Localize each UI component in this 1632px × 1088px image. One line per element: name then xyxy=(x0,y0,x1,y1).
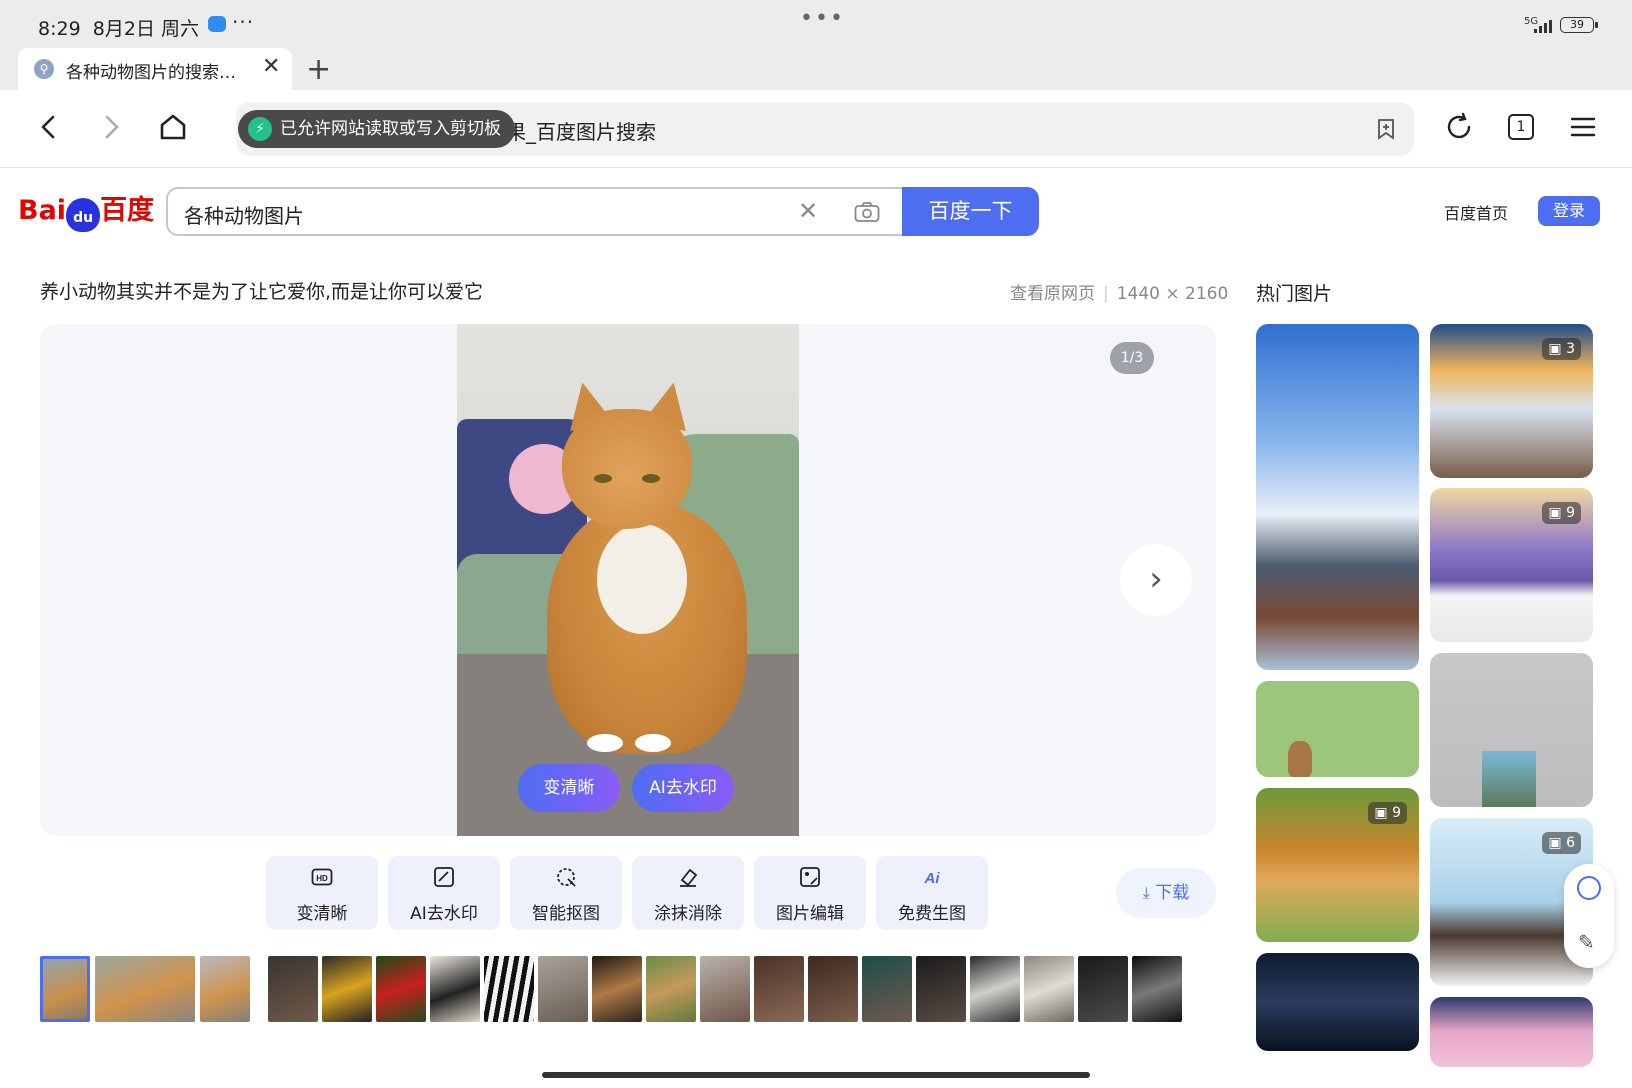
thumbnail[interactable] xyxy=(538,956,588,1022)
image-viewer: 变清晰 AI去水印 1/3 › xyxy=(40,324,1216,836)
image-count-badge: ▣ 9 xyxy=(1542,502,1581,524)
tab-title: 各种动物图片的搜索… xyxy=(66,63,236,83)
hot-images-title: 热门图片 xyxy=(1256,283,1333,305)
tool-enhance[interactable]: HD 变清晰 xyxy=(266,856,378,930)
hot-image[interactable] xyxy=(1256,681,1419,777)
thumbnail[interactable] xyxy=(430,956,480,1022)
tool-cutout[interactable]: 智能抠图 xyxy=(510,856,622,930)
search-query[interactable]: 各种动物图片 xyxy=(184,200,304,229)
thumbnail[interactable] xyxy=(200,956,250,1022)
add-bookmark-icon[interactable] xyxy=(1374,117,1398,141)
thumbnail[interactable] xyxy=(970,956,1020,1022)
window-handle-dots[interactable]: ••• xyxy=(800,6,845,31)
toast-text: 已允许网站读取或写入剪切板 xyxy=(280,119,501,139)
svg-text:HD: HD xyxy=(316,874,328,883)
thumbnail[interactable] xyxy=(95,956,195,1022)
clear-icon[interactable]: ✕ xyxy=(798,197,818,225)
login-button[interactable]: 登录 xyxy=(1538,196,1600,226)
new-tab-button[interactable]: + xyxy=(306,52,331,87)
tab-count-button[interactable]: 1 xyxy=(1508,114,1534,140)
battery-icon: 39 xyxy=(1560,17,1598,33)
image-counter: 1/3 xyxy=(1110,342,1154,374)
image-count-badge: ▣ 9 xyxy=(1368,802,1407,824)
image-dimensions: 1440 × 2160 xyxy=(1116,284,1229,304)
thumbnail[interactable] xyxy=(268,956,318,1022)
image-count-badge: ▣ 3 xyxy=(1542,338,1581,360)
status-bar: 8:29 8月2日 周六 ··· ••• 5G 39 xyxy=(0,0,1632,48)
tab-close-icon[interactable]: ✕ xyxy=(262,54,280,79)
svg-text:Ai: Ai xyxy=(924,870,941,887)
enhance-pill-button[interactable]: 变清晰 xyxy=(518,764,620,812)
home-indicator[interactable] xyxy=(542,1072,1090,1078)
image-caption: 养小动物其实并不是为了让它爱你,而是让你可以爱它 xyxy=(40,281,484,303)
image-meta: 查看原网页 | 1440 × 2160 xyxy=(1010,284,1229,304)
search-input[interactable]: 各种动物图片 ✕ xyxy=(166,187,902,236)
thumbnail[interactable] xyxy=(40,956,90,1022)
refresh-icon[interactable] xyxy=(1444,112,1474,142)
hot-image[interactable]: ▣ 9 xyxy=(1256,788,1419,942)
thumbnail[interactable] xyxy=(322,956,372,1022)
browser-tab[interactable]: ⚲ 各种动物图片的搜索… ✕ xyxy=(18,48,292,90)
browser-toolbar: 果_百度图片搜索 ⚡ 已允许网站读取或写入剪切板 1 xyxy=(0,90,1632,168)
chevron-right-icon: › xyxy=(1149,559,1163,599)
forward-icon[interactable] xyxy=(96,112,126,142)
ai-generate-icon: Ai xyxy=(924,870,941,887)
link-icon: ⚲ xyxy=(34,59,54,79)
tool-generate[interactable]: Ai 免费生图 xyxy=(876,856,988,930)
thumbnail[interactable] xyxy=(376,956,426,1022)
shield-icon: ⚡ xyxy=(248,117,272,141)
menu-icon[interactable] xyxy=(1568,112,1598,142)
thumbnail[interactable] xyxy=(754,956,804,1022)
url-text[interactable]: 果_百度图片搜索 xyxy=(506,116,656,145)
thumbnail[interactable] xyxy=(1132,956,1182,1022)
eraser-icon xyxy=(680,868,698,887)
baidu-logo[interactable]: Bai du 百度 xyxy=(18,188,154,232)
back-icon[interactable] xyxy=(34,112,64,142)
download-button[interactable]: ⤓ 下载 xyxy=(1116,868,1216,918)
thumbnail[interactable] xyxy=(916,956,966,1022)
hot-image[interactable] xyxy=(1430,997,1593,1067)
hot-image[interactable] xyxy=(1430,653,1593,807)
clipboard-permission-toast: ⚡ 已允许网站读取或写入剪切板 xyxy=(238,110,515,148)
main-image[interactable]: 变清晰 AI去水印 xyxy=(457,324,799,836)
tool-erase[interactable]: 涂抹消除 xyxy=(632,856,744,930)
thumbnail[interactable] xyxy=(862,956,912,1022)
hot-image[interactable]: ▣ 9 xyxy=(1430,488,1593,642)
next-image-button[interactable]: › xyxy=(1120,544,1192,616)
thumbnail[interactable] xyxy=(484,956,534,1022)
pencil-icon[interactable]: ✎ xyxy=(1578,930,1595,954)
home-icon[interactable] xyxy=(158,112,188,142)
cloud-icon xyxy=(208,16,226,32)
hot-image[interactable] xyxy=(1256,324,1419,670)
view-source-link[interactable]: 查看原网页 xyxy=(1010,284,1095,304)
smart-cutout-icon xyxy=(557,868,576,887)
status-more: ··· xyxy=(232,10,255,34)
hot-image[interactable] xyxy=(1256,953,1419,1051)
dewatermark-pill-button[interactable]: AI去水印 xyxy=(632,764,734,812)
tool-dewatermark[interactable]: AI去水印 xyxy=(388,856,500,930)
camera-icon[interactable] xyxy=(854,201,880,223)
thumbnail[interactable] xyxy=(592,956,642,1022)
hd-icon: HD xyxy=(311,868,333,886)
paw-icon: du xyxy=(66,198,101,232)
thumbnail[interactable] xyxy=(1024,956,1074,1022)
ai-watermark-icon xyxy=(434,867,454,887)
status-time: 8:29 8月2日 周六 xyxy=(38,18,199,40)
tab-strip: ⚲ 各种动物图片的搜索… ✕ + xyxy=(0,48,1632,90)
lens-icon[interactable] xyxy=(1577,876,1601,900)
download-icon: ⤓ xyxy=(1142,883,1150,902)
image-edit-icon xyxy=(800,867,820,887)
image-count-badge: ▣ 6 xyxy=(1542,832,1581,854)
floating-tools: ✎ xyxy=(1564,864,1614,968)
thumbnail[interactable] xyxy=(808,956,858,1022)
thumbnail[interactable] xyxy=(700,956,750,1022)
hot-image[interactable]: ▣ 3 xyxy=(1430,324,1593,478)
baidu-home-link[interactable]: 百度首页 xyxy=(1444,200,1508,224)
tool-edit[interactable]: 图片编辑 xyxy=(754,856,866,930)
search-button[interactable]: 百度一下 xyxy=(902,187,1039,236)
signal-icon xyxy=(1534,17,1554,33)
thumbnail[interactable] xyxy=(1078,956,1128,1022)
thumbnail[interactable] xyxy=(646,956,696,1022)
